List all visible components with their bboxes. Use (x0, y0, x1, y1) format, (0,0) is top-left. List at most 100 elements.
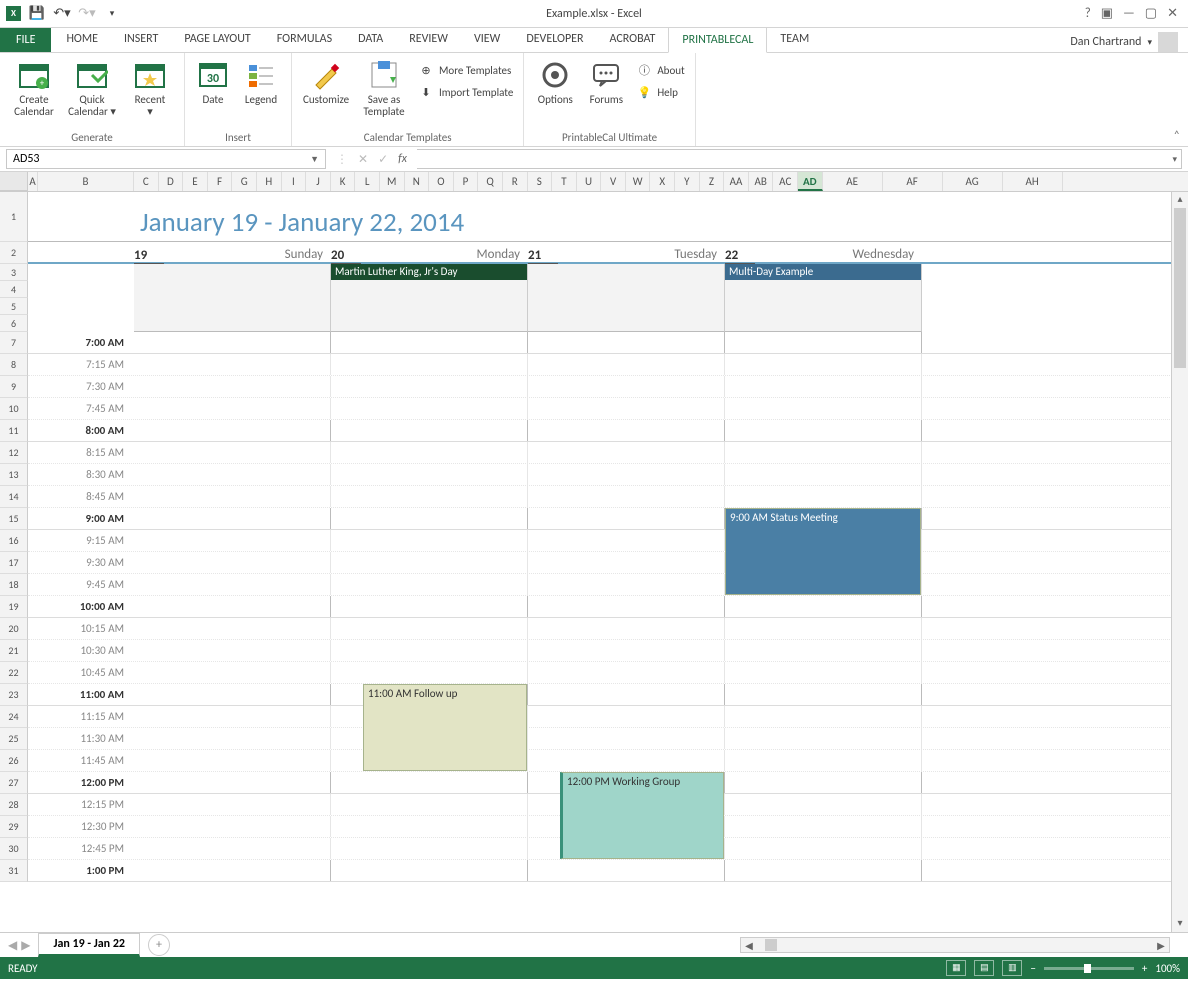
vertical-scrollbar[interactable]: ▴ ▾ (1171, 192, 1188, 932)
date-button[interactable]: 30 Date (191, 57, 235, 127)
calendar-cell[interactable] (331, 420, 528, 441)
col-header-M[interactable]: M (380, 172, 405, 191)
row-header-2[interactable]: 2 (0, 242, 28, 264)
calendar-cell[interactable] (331, 794, 528, 815)
save-icon[interactable]: 💾 (28, 6, 46, 21)
col-header-V[interactable]: V (601, 172, 626, 191)
calendar-cell[interactable] (528, 530, 725, 551)
calendar-cell[interactable] (725, 596, 922, 617)
calendar-cell[interactable] (725, 332, 922, 353)
row-header-23[interactable]: 23 (0, 684, 28, 706)
normal-view-button[interactable]: ▦ (946, 960, 966, 976)
calendar-cell[interactable] (725, 376, 922, 397)
enter-formula-icon[interactable]: ✓ (378, 152, 388, 167)
col-header-Z[interactable]: Z (700, 172, 725, 191)
row-header-12[interactable]: 12 (0, 442, 28, 464)
col-header-Y[interactable]: Y (675, 172, 700, 191)
calendar-cell[interactable] (134, 574, 331, 595)
row-header-15[interactable]: 15 (0, 508, 28, 530)
calendar-cell[interactable] (528, 684, 725, 705)
spreadsheet-grid[interactable]: ABCDEFGHIJKLMNOPQRSTUVWXYZAAABACADAEAFAG… (0, 172, 1188, 932)
calendar-cell[interactable] (528, 728, 725, 749)
row-header-16[interactable]: 16 (0, 530, 28, 552)
calendar-cell[interactable] (134, 486, 331, 507)
calendar-cell[interactable] (331, 772, 528, 793)
col-header-AF[interactable]: AF (883, 172, 943, 191)
calendar-cell[interactable] (134, 464, 331, 485)
calendar-cell[interactable] (725, 794, 922, 815)
calendar-cell[interactable] (528, 354, 725, 375)
calendar-cell[interactable] (725, 838, 922, 859)
row-header-17[interactable]: 17 (0, 552, 28, 574)
calendar-cell[interactable] (528, 376, 725, 397)
calendar-cell[interactable] (528, 552, 725, 573)
row-header-7[interactable]: 7 (0, 332, 28, 354)
col-header-E[interactable]: E (183, 172, 208, 191)
col-header-AH[interactable]: AH (1003, 172, 1063, 191)
calendar-cell[interactable] (725, 816, 922, 837)
row-header-28[interactable]: 28 (0, 794, 28, 816)
col-header-O[interactable]: O (429, 172, 454, 191)
calendar-cell[interactable] (134, 838, 331, 859)
calendar-cell[interactable] (134, 442, 331, 463)
col-header-AE[interactable]: AE (823, 172, 883, 191)
horizontal-scrollbar[interactable]: ◀▶ (740, 937, 1170, 953)
zoom-out-button[interactable]: − (1030, 962, 1035, 975)
row-header-27[interactable]: 27 (0, 772, 28, 794)
calendar-cell[interactable] (331, 596, 528, 617)
calendar-event[interactable]: 11:00 AM Follow up (363, 684, 527, 771)
zoom-level[interactable]: 100% (1155, 962, 1180, 975)
calendar-cell[interactable] (134, 640, 331, 661)
calendar-cell[interactable] (528, 596, 725, 617)
col-header-X[interactable]: X (650, 172, 675, 191)
tab-home[interactable]: HOME (53, 27, 111, 52)
calendar-cell[interactable] (134, 750, 331, 771)
calendar-cell[interactable] (725, 684, 922, 705)
calendar-cell[interactable] (134, 508, 331, 529)
col-header-I[interactable]: I (282, 172, 307, 191)
restore-icon[interactable]: ▢ (1145, 6, 1157, 21)
calendar-cell[interactable] (134, 596, 331, 617)
page-layout-view-button[interactable]: ▤ (974, 960, 994, 976)
row-header-31[interactable]: 31 (0, 860, 28, 882)
calendar-cell[interactable] (528, 332, 725, 353)
calendar-cell[interactable] (134, 376, 331, 397)
col-header-S[interactable]: S (528, 172, 553, 191)
calendar-cell[interactable] (134, 728, 331, 749)
calendar-cell[interactable] (134, 618, 331, 639)
calendar-cell[interactable] (331, 398, 528, 419)
calendar-cell[interactable] (331, 508, 528, 529)
row-header-3[interactable]: 3 (0, 264, 28, 281)
calendar-cell[interactable] (134, 332, 331, 353)
calendar-cell[interactable] (134, 552, 331, 573)
calendar-cell[interactable] (725, 640, 922, 661)
col-header-F[interactable]: F (208, 172, 233, 191)
col-header-C[interactable]: C (134, 172, 159, 191)
expand-formula-icon[interactable]: ▾ (1172, 154, 1177, 165)
calendar-cell[interactable] (528, 662, 725, 683)
calendar-cell[interactable] (134, 420, 331, 441)
col-header-AA[interactable]: AA (724, 172, 749, 191)
calendar-cell[interactable] (134, 530, 331, 551)
calendar-cell[interactable] (725, 398, 922, 419)
name-box[interactable]: AD53 ▼ (6, 149, 326, 169)
help-icon[interactable]: ? (1085, 6, 1091, 21)
tab-formulas[interactable]: FORMULAS (264, 27, 345, 52)
row-header-10[interactable]: 10 (0, 398, 28, 420)
row-header-5[interactable]: 5 (0, 298, 28, 315)
calendar-cell[interactable] (528, 508, 725, 529)
user-menu[interactable]: Dan Chartrand ▾ (1070, 32, 1188, 52)
tab-insert[interactable]: INSERT (111, 27, 171, 52)
ribbon-display-icon[interactable]: ▣ (1101, 6, 1113, 21)
row-header-1[interactable]: 1 (0, 192, 28, 242)
calendar-cell[interactable] (725, 354, 922, 375)
row-header-30[interactable]: 30 (0, 838, 28, 860)
tab-developer[interactable]: DEVELOPER (513, 27, 596, 52)
calendar-cell[interactable] (725, 420, 922, 441)
zoom-in-button[interactable]: + (1142, 962, 1147, 975)
tab-page-layout[interactable]: PAGE LAYOUT (171, 27, 263, 52)
tab-view[interactable]: VIEW (461, 27, 513, 52)
calendar-cell[interactable] (134, 772, 331, 793)
calendar-cell[interactable] (528, 618, 725, 639)
row-headers[interactable]: 1234567891011121314151617181920212223242… (0, 192, 28, 882)
